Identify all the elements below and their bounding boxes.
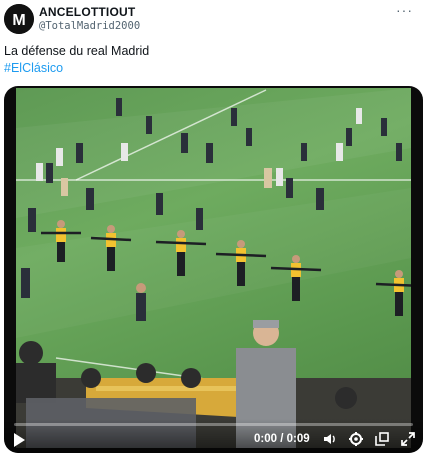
progress-bar[interactable]: [14, 423, 413, 426]
svg-text:M: M: [12, 12, 25, 29]
avatar[interactable]: M: [4, 4, 34, 34]
video-controls: 0:00 / 0:09: [4, 419, 423, 453]
tweet-body: La défense du real Madrid: [4, 44, 150, 58]
author-handle[interactable]: @TotalMadrid2000: [39, 20, 140, 32]
tweet-header: M ANCELOTTIOUT @TotalMadrid2000 ···: [0, 0, 425, 40]
tweet-text: La défense du real Madrid #ElClásico: [4, 43, 149, 77]
gear-icon[interactable]: [348, 431, 364, 447]
volume-icon[interactable]: [322, 431, 338, 447]
video-frame[interactable]: [16, 88, 411, 448]
hashtag-link[interactable]: #ElClásico: [4, 60, 149, 77]
video-player[interactable]: 0:00 / 0:09: [4, 86, 423, 453]
fullscreen-icon[interactable]: [400, 431, 416, 447]
more-options-icon[interactable]: ···: [396, 2, 413, 18]
video-time: 0:00 / 0:09: [254, 433, 310, 445]
popout-icon[interactable]: [374, 431, 390, 447]
play-icon[interactable]: [14, 433, 25, 447]
author-name[interactable]: ANCELOTTIOUT: [39, 5, 135, 19]
football-pitch-scene: [16, 88, 411, 448]
